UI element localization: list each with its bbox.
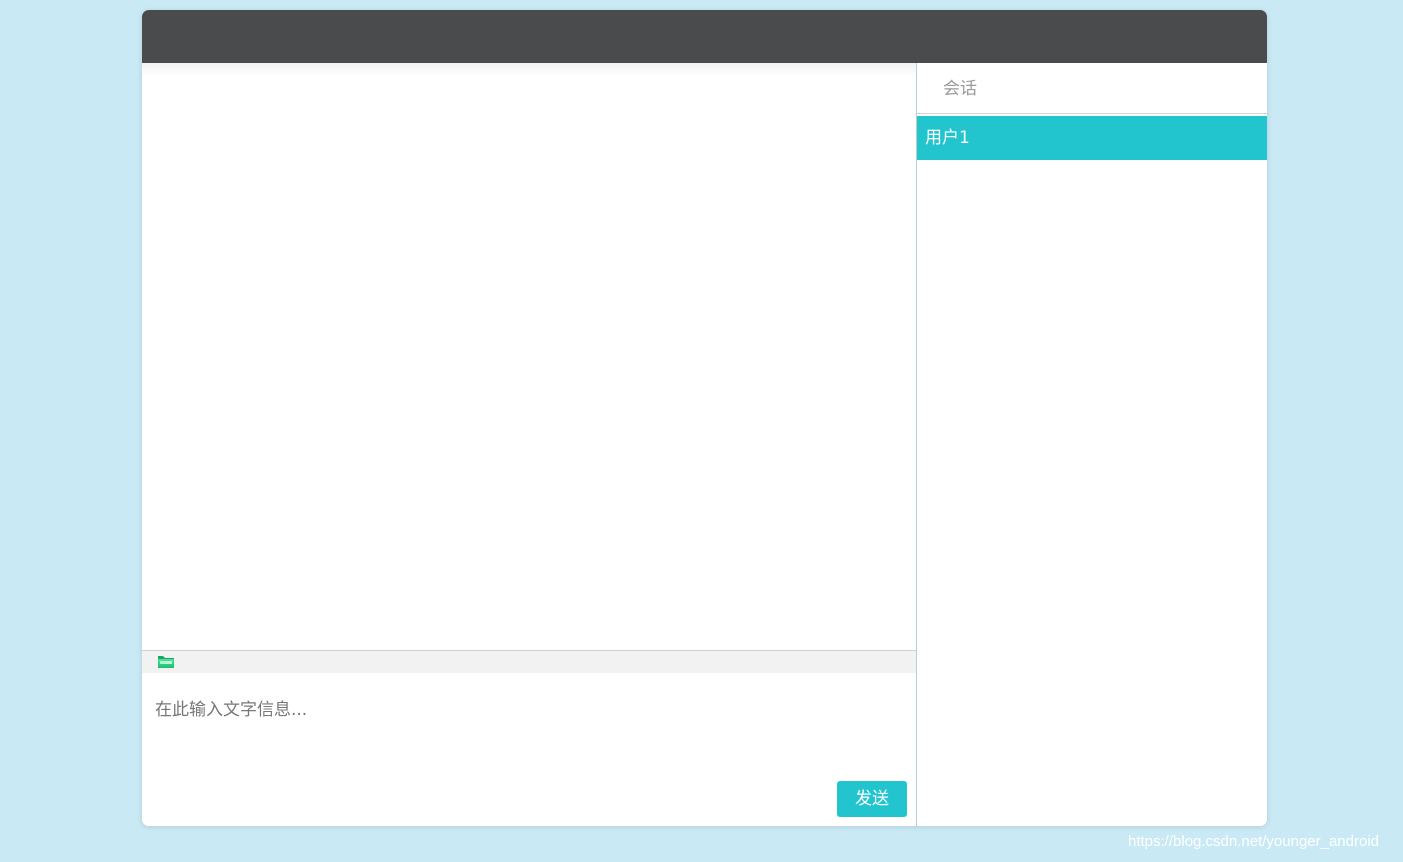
session-header-label: 会话 [943, 79, 977, 99]
input-area [142, 673, 916, 773]
chat-window: 发送 会话 用户1 [142, 10, 1267, 826]
watermark: https://blog.csdn.net/younger_android [1128, 833, 1380, 850]
session-item-user1[interactable]: 用户1 [917, 116, 1267, 160]
send-button[interactable]: 发送 [837, 781, 907, 817]
input-toolbar [142, 650, 916, 673]
message-input[interactable] [142, 673, 916, 773]
title-bar [142, 10, 1267, 63]
chat-pane: 发送 [142, 63, 916, 826]
session-list: 用户1 [917, 116, 1267, 160]
session-pane: 会话 用户1 [917, 63, 1267, 826]
session-header: 会话 [917, 63, 1267, 114]
message-list[interactable] [142, 63, 916, 650]
folder-icon[interactable] [157, 654, 175, 669]
header-shadow [142, 63, 916, 77]
